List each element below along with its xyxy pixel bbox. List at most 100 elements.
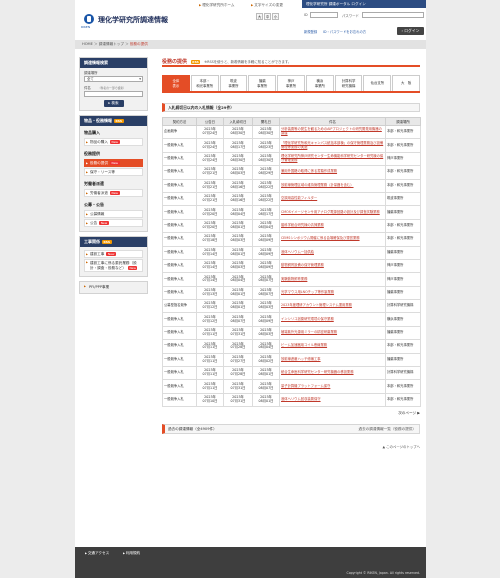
subject-link[interactable]: 光学マウス用LNOチップ等作製業務 (281, 290, 334, 294)
footer-terms-link[interactable]: 利用規約 (123, 551, 140, 556)
rss-badge[interactable]: RSS (114, 119, 124, 123)
cell-subject[interactable]: 脳科学総合研究棟の清掃業務 (279, 218, 386, 234)
subject-link[interactable]: CMOSイメージセンサ用アナログ電源回路の設計及び調査試験業務 (281, 210, 380, 214)
sidebar-item-notice[interactable]: 公告New (84, 219, 143, 227)
subject-link[interactable]: 空調用高性能フィルター (281, 196, 317, 200)
cell-subject[interactable]: 動物飼育設備の保守管理業務 (279, 258, 386, 274)
tab-all[interactable]: 全体 表示 (162, 75, 190, 91)
cell-place: 横浜事業所 (385, 312, 421, 327)
tab-osaka[interactable]: 大 阪 (392, 75, 421, 91)
cell-subject[interactable]: 空調用高性能フィルター (279, 191, 386, 207)
place-label: 調達場所 (84, 71, 98, 75)
cell-subject[interactable]: CEMSシンポジウム開催に係る会場確保及び運営業務 (279, 232, 386, 247)
subject-link[interactable]: 実験動物飼育業務 (281, 277, 307, 281)
subject-link[interactable]: 液体ヘリウム回収装置保守 (281, 397, 321, 401)
sidebar-item-construction-consign[interactable]: 建設工事に係る委託業務（設計・調査・役務など）New (84, 259, 143, 272)
login-button[interactable]: ログイン (397, 27, 424, 35)
subject-link[interactable]: ビーム加速器用コイル巻線業務 (281, 343, 327, 348)
cell-opening: 2023年 08月07日 (252, 379, 280, 394)
subject-link[interactable]: 理化学研究所神戸研究センター生命機能科学研究センター研究棟の保守管理業務 (281, 154, 383, 162)
cell-subject[interactable]: 放射線遮蔽ハッチ修繕工事 (279, 352, 386, 368)
cell-subject[interactable]: ビーム加速器用コイル巻線業務 (279, 339, 386, 354)
past-list-link[interactable]: 過去の調達情報一覧（役務の提供） (359, 425, 417, 434)
sidebar-item-maintenance[interactable]: 保守・リース等 (84, 168, 143, 176)
subject-link[interactable]: 動物飼育設備の保守管理業務 (281, 263, 324, 267)
riken-home-link[interactable]: 理化学研究所ホーム (199, 3, 234, 8)
cell-subject[interactable]: 放射線管理区域の維持管理業務（計量器を含む） (279, 178, 386, 193)
cell-subject[interactable]: 2023年度理研アカウント管理システム運用業務 (279, 299, 386, 314)
sidebar-item-pfi[interactable]: PFI/PPP事業 (80, 282, 147, 293)
table-row: 一般競争入札 2023年 07月10日 2023年 07月31日 2023年 08月0… (162, 392, 421, 408)
subject-link[interactable]: 2023年度理研アカウント管理システム運用業務 (281, 303, 352, 307)
cell-opening: 2023年 08月03日 (252, 299, 280, 314)
cell-subject[interactable]: 理化学研究所神戸研究センター生命機能科学研究センター研究棟の保守管理業務 (279, 151, 386, 167)
subject-link[interactable]: 液体ヘリウム一括供給 (281, 250, 314, 254)
font-medium-button[interactable]: 中 (264, 13, 271, 20)
footer-access-link[interactable]: 交通アクセス (85, 551, 109, 556)
font-small-button[interactable]: 小 (272, 13, 279, 20)
tab-harima[interactable]: 播磨 事業所 (248, 75, 277, 91)
cell-deadline: 2023年 08月04日 (223, 272, 253, 287)
subject-link[interactable]: 分析装置等の発生を観るためのAIPプロジェクトの研究開発用機器の調達 (281, 127, 382, 135)
tab-tsukuba[interactable]: 筑波 事業所 (219, 75, 248, 91)
cell-opening: 2023年 08月17日 (252, 205, 280, 220)
sidebar-item-construction[interactable]: 建設工事New (84, 250, 143, 258)
cell-subject[interactable]: 極端紫外光源用ミラーの精密研磨業務 (279, 325, 386, 341)
cell-subject[interactable]: 兼用外国籍の取得に係る書類作成業務 (279, 165, 386, 180)
next-page-link[interactable]: 次のページ ▶ (162, 411, 420, 416)
cell-subject[interactable]: 光学マウス用LNOチップ等作製業務 (279, 285, 386, 301)
register-link[interactable]: 新規登録 (304, 29, 317, 34)
search-button[interactable]: ▸ 検索 (103, 100, 124, 107)
breadcrumb-level1[interactable]: 調達情報トップ (99, 42, 124, 46)
place-select[interactable]: 全て ▾ (84, 76, 143, 82)
font-size-label: 文字サイズの変更 (251, 3, 283, 8)
cell-place: 神戸事業所 (385, 272, 421, 287)
cell-deadline: 2023年 08月30日 (223, 124, 253, 140)
site-title[interactable]: 理化学研究所調達情報 (98, 15, 168, 25)
subject-link[interactable]: 放射線管理区域の維持管理業務（計量器を含む） (281, 183, 354, 187)
sidebar-item-purchase[interactable]: 物品の購入New (84, 138, 143, 146)
subject-link[interactable]: 統合生命医科学研究センター研究機器の移設業務 (281, 370, 354, 374)
cell-subject[interactable]: 「理化学研究所和光キャンパス統括本部棟」の保守管理業務及び設備管理等業務の実施 (279, 138, 386, 153)
riken-logo-icon[interactable] (84, 14, 94, 24)
sidebar-item-service[interactable]: 役務の提供New (84, 159, 143, 167)
tab-sendai[interactable]: 仙台支所 (363, 75, 392, 91)
subject-link[interactable]: 量子計算機プラットフォーム保守 (281, 384, 330, 388)
rss-badge[interactable]: RSS (190, 59, 201, 64)
sidebar-item-dispatch[interactable]: 労働者派遣New (84, 189, 143, 197)
cell-subject[interactable]: 液体ヘリウム一括供給 (279, 245, 386, 260)
subject-link[interactable]: 「理化学研究所和光キャンパス統括本部棟」の保守管理業務及び設備管理等業務の実施 (281, 141, 383, 149)
subject-link[interactable]: 兼用外国籍の取得に係る書類作成業務 (281, 169, 337, 173)
subject-link[interactable]: 脳科学総合研究棟の清掃業務 (281, 223, 324, 227)
rss-badge[interactable]: RSS (102, 240, 112, 244)
subject-link[interactable]: CEMSシンポジウム開催に係る会場確保及び運営業務 (281, 236, 360, 240)
subject-link[interactable]: インシリコ創薬研究環境の保守業務 (281, 317, 334, 321)
cell-subject[interactable]: 実験動物飼育業務 (279, 272, 386, 287)
keyword-input[interactable] (84, 91, 143, 97)
cell-subject[interactable]: 統合生命医科学研究センター研究機器の移設業務 (279, 366, 386, 381)
id-input[interactable] (310, 12, 338, 18)
font-large-button[interactable]: 大 (256, 13, 263, 20)
table-header-row: 契約方法 公告日 入札締切日 開札日 件名 調達場所 (162, 117, 421, 126)
cell-subject[interactable]: 量子計算機プラットフォーム保守 (279, 379, 386, 394)
tab-kobe[interactable]: 神戸 事業所 (277, 75, 305, 91)
cell-published: 2023年 07月20日 (196, 218, 224, 234)
page: RIKEN 理化学研究所調達情報 理化学研究所ホーム 文字サイズの変更 大 中 … (0, 0, 500, 578)
breadcrumb-home[interactable]: HOME (82, 42, 93, 46)
subject-link[interactable]: 極端紫外光源用ミラーの精密研磨業務 (281, 330, 337, 334)
tab-wako[interactable]: 本部・ 和光事業所 (190, 75, 219, 91)
subject-link[interactable]: 放射線遮蔽ハッチ修繕工事 (281, 357, 321, 361)
password-input[interactable] (362, 12, 424, 18)
sidebar-item-recruit[interactable]: 公募情報 (84, 210, 143, 218)
cell-place: 本部・和光事業所 (385, 232, 421, 247)
page-top-link[interactable]: ▲ このページのトップへ (162, 444, 420, 449)
cell-deadline: 2023年 08月07日 (223, 312, 253, 327)
cell-subject[interactable]: インシリコ創薬研究環境の保守業務 (279, 312, 386, 327)
forgot-password-link[interactable]: ID・パスワードをお忘れの方 (323, 29, 366, 34)
cell-subject[interactable]: 液体ヘリウム回収装置保守 (279, 392, 386, 408)
cell-subject[interactable]: CMOSイメージセンサ用アナログ電源回路の設計及び調査試験業務 (279, 205, 386, 220)
tab-computational[interactable]: 計算科学 研究機構 (334, 75, 363, 91)
cell-subject[interactable]: 分析装置等の発生を観るためのAIPプロジェクトの研究開発用機器の調達 (279, 124, 386, 140)
cell-deadline: 2023年 08月03日 (223, 258, 253, 274)
tab-yokohama[interactable]: 横浜 事業所 (305, 75, 334, 91)
